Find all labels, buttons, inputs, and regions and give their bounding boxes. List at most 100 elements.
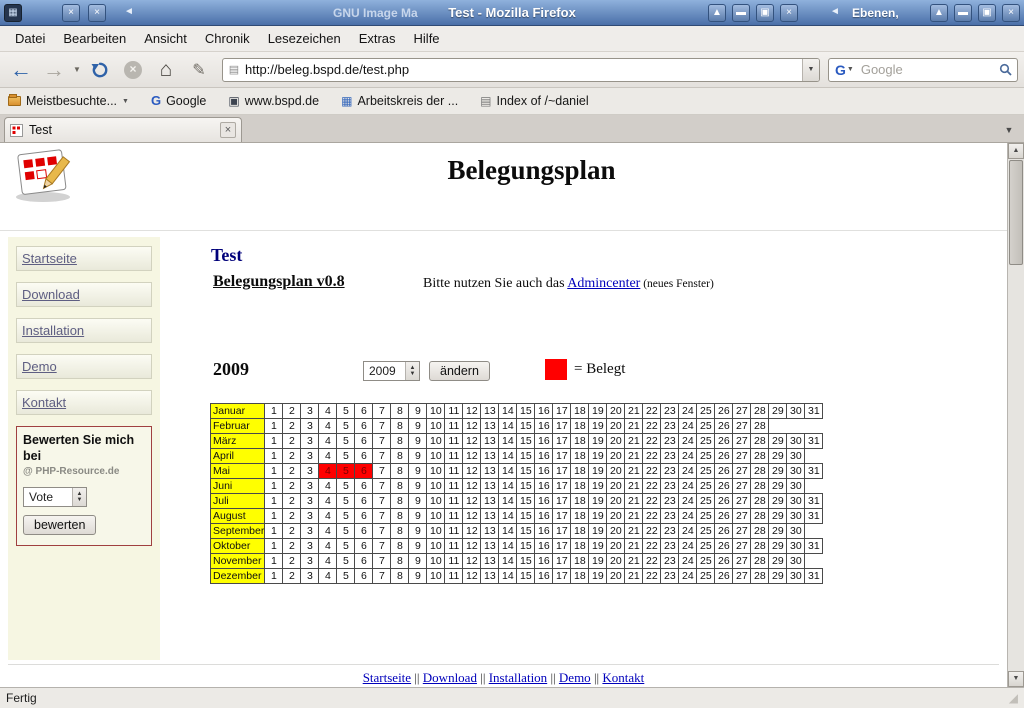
sidebar-item-startseite[interactable]: Startseite [16, 246, 152, 271]
sidebar-item-demo[interactable]: Demo [16, 354, 152, 379]
day-cell: 17 [553, 479, 571, 494]
day-cell: 18 [571, 569, 589, 584]
tab-label[interactable]: Test [29, 123, 214, 137]
scroll-down-icon[interactable]: ▼ [1008, 671, 1024, 687]
vertical-scrollbar[interactable]: ▲ ▼ [1007, 143, 1024, 687]
admincenter-link[interactable]: Admincenter [567, 276, 640, 291]
sidebar-item-download[interactable]: Download [16, 282, 152, 307]
day-cell: 17 [553, 524, 571, 539]
footer-link-installation[interactable]: Installation [489, 670, 548, 685]
url-text[interactable]: http://beleg.bspd.de/test.php [245, 62, 802, 77]
footer-link-demo[interactable]: Demo [559, 670, 591, 685]
menu-item-chronik[interactable]: Chronik [196, 27, 259, 50]
day-cell: 15 [517, 419, 535, 434]
side-maximize-button-icon[interactable]: ▣ [978, 4, 996, 22]
day-cell: 19 [589, 539, 607, 554]
day-cell: 24 [679, 419, 697, 434]
google-engine-icon[interactable]: G [829, 62, 847, 78]
bookmark-item[interactable]: ▤Index of /~daniel [480, 94, 588, 108]
sidebar-item-kontakt[interactable]: Kontakt [16, 390, 152, 415]
menu-item-hilfe[interactable]: Hilfe [405, 27, 449, 50]
day-cell: 3 [301, 449, 319, 464]
shade-button-icon[interactable]: ▲ [708, 4, 726, 22]
day-cell: 2 [283, 419, 301, 434]
menu-item-extras[interactable]: Extras [350, 27, 405, 50]
stop-button[interactable]: × [118, 55, 148, 85]
day-cell: 6 [355, 494, 373, 509]
booked-legend-label: = Belegt [574, 361, 625, 378]
tab-close-icon[interactable]: × [220, 122, 236, 138]
day-cell: 23 [661, 404, 679, 419]
day-cell: 26 [715, 464, 733, 479]
history-dropdown-icon[interactable]: ▼ [72, 65, 82, 74]
home-button[interactable]: ⌂ [151, 55, 181, 85]
forward-button[interactable]: → [39, 55, 69, 85]
edit-button[interactable]: ✎ [184, 55, 214, 85]
day-cell: 30 [787, 479, 805, 494]
year-select[interactable]: 2009 ▲▼ [363, 361, 420, 381]
scrollbar-thumb[interactable] [1009, 160, 1023, 265]
reload-button[interactable] [85, 55, 115, 85]
day-cell: 12 [463, 404, 481, 419]
side-close-button-icon[interactable]: × [1002, 4, 1020, 22]
menu-item-ansicht[interactable]: Ansicht [135, 27, 196, 50]
footer-link-download[interactable]: Download [423, 670, 477, 685]
vote-select-spinner-icon[interactable]: ▲▼ [72, 488, 86, 506]
day-cell: 3 [301, 539, 319, 554]
maximize-button-icon[interactable]: ▣ [756, 4, 774, 22]
day-cell: 13 [481, 569, 499, 584]
day-cell: 26 [715, 554, 733, 569]
menu-item-bearbeiten[interactable]: Bearbeiten [54, 27, 135, 50]
tab-test[interactable]: Test × [4, 117, 242, 142]
day-cell: 26 [715, 449, 733, 464]
footer-separator: || [591, 670, 603, 685]
footer-link-startseite[interactable]: Startseite [363, 670, 411, 685]
bookmark-item[interactable]: GGoogle [151, 94, 206, 108]
vote-box-site: @ PHP-Resource.de [23, 466, 145, 477]
menu-item-lesezeichen[interactable]: Lesezeichen [259, 27, 350, 50]
resize-grip-icon[interactable]: ◢ [1009, 691, 1018, 705]
day-cell: 6 [355, 419, 373, 434]
day-cell: 30 [787, 509, 805, 524]
mini-close-icon-2[interactable]: × [88, 4, 106, 22]
window-titlebar[interactable]: GNU Image Ma Test - Mozilla Firefox ▦ × … [0, 0, 1024, 26]
menu-item-datei[interactable]: Datei [6, 27, 54, 50]
day-cell: 26 [715, 539, 733, 554]
search-input[interactable]: Google [857, 62, 999, 77]
side-minimize-button-icon[interactable]: ▬ [954, 4, 972, 22]
side-shade-button-icon[interactable]: ▲ [930, 4, 948, 22]
scroll-up-icon[interactable]: ▲ [1008, 143, 1024, 159]
engine-dropdown-icon[interactable]: ▼ [847, 66, 857, 73]
day-cell: 25 [697, 479, 715, 494]
url-bar[interactable]: ▤ http://beleg.bspd.de/test.php ▼ [222, 58, 820, 82]
search-bar[interactable]: G ▼ Google [828, 58, 1018, 82]
day-cell: 18 [571, 434, 589, 449]
year-heading: 2009 [213, 359, 249, 380]
day-cell: 19 [589, 464, 607, 479]
sidebar-item-installation[interactable]: Installation [16, 318, 152, 343]
back-button[interactable]: ← [6, 55, 36, 85]
day-cell: 24 [679, 479, 697, 494]
day-cell: 11 [445, 569, 463, 584]
tab-list-dropdown-icon[interactable]: ▼ [998, 118, 1020, 142]
day-cell: 16 [535, 419, 553, 434]
vote-submit-button[interactable]: bewerten [23, 515, 96, 535]
change-year-button[interactable]: ändern [429, 361, 490, 381]
vote-select[interactable]: Vote ▲▼ [23, 487, 87, 507]
bookmark-item[interactable]: Meistbesuchte...▼ [8, 94, 129, 108]
year-select-spinner-icon[interactable]: ▲▼ [405, 362, 419, 380]
day-cell: 1 [265, 554, 283, 569]
search-go-button[interactable] [999, 63, 1017, 76]
footer-link-kontakt[interactable]: Kontakt [602, 670, 644, 685]
close-button-icon[interactable]: × [780, 4, 798, 22]
bookmark-item[interactable]: ▦Arbeitskreis der ... [341, 94, 458, 108]
day-cell: 20 [607, 524, 625, 539]
bookmark-item[interactable]: ▣www.bspd.de [228, 94, 319, 108]
minimize-button-icon[interactable]: ▬ [732, 4, 750, 22]
day-cell: 27 [733, 569, 751, 584]
mini-close-icon[interactable]: × [62, 4, 80, 22]
url-dropdown-icon[interactable]: ▼ [802, 59, 819, 81]
month-name-cell: Oktober [211, 539, 265, 554]
day-cell: 13 [481, 404, 499, 419]
day-cell: 4 [319, 554, 337, 569]
